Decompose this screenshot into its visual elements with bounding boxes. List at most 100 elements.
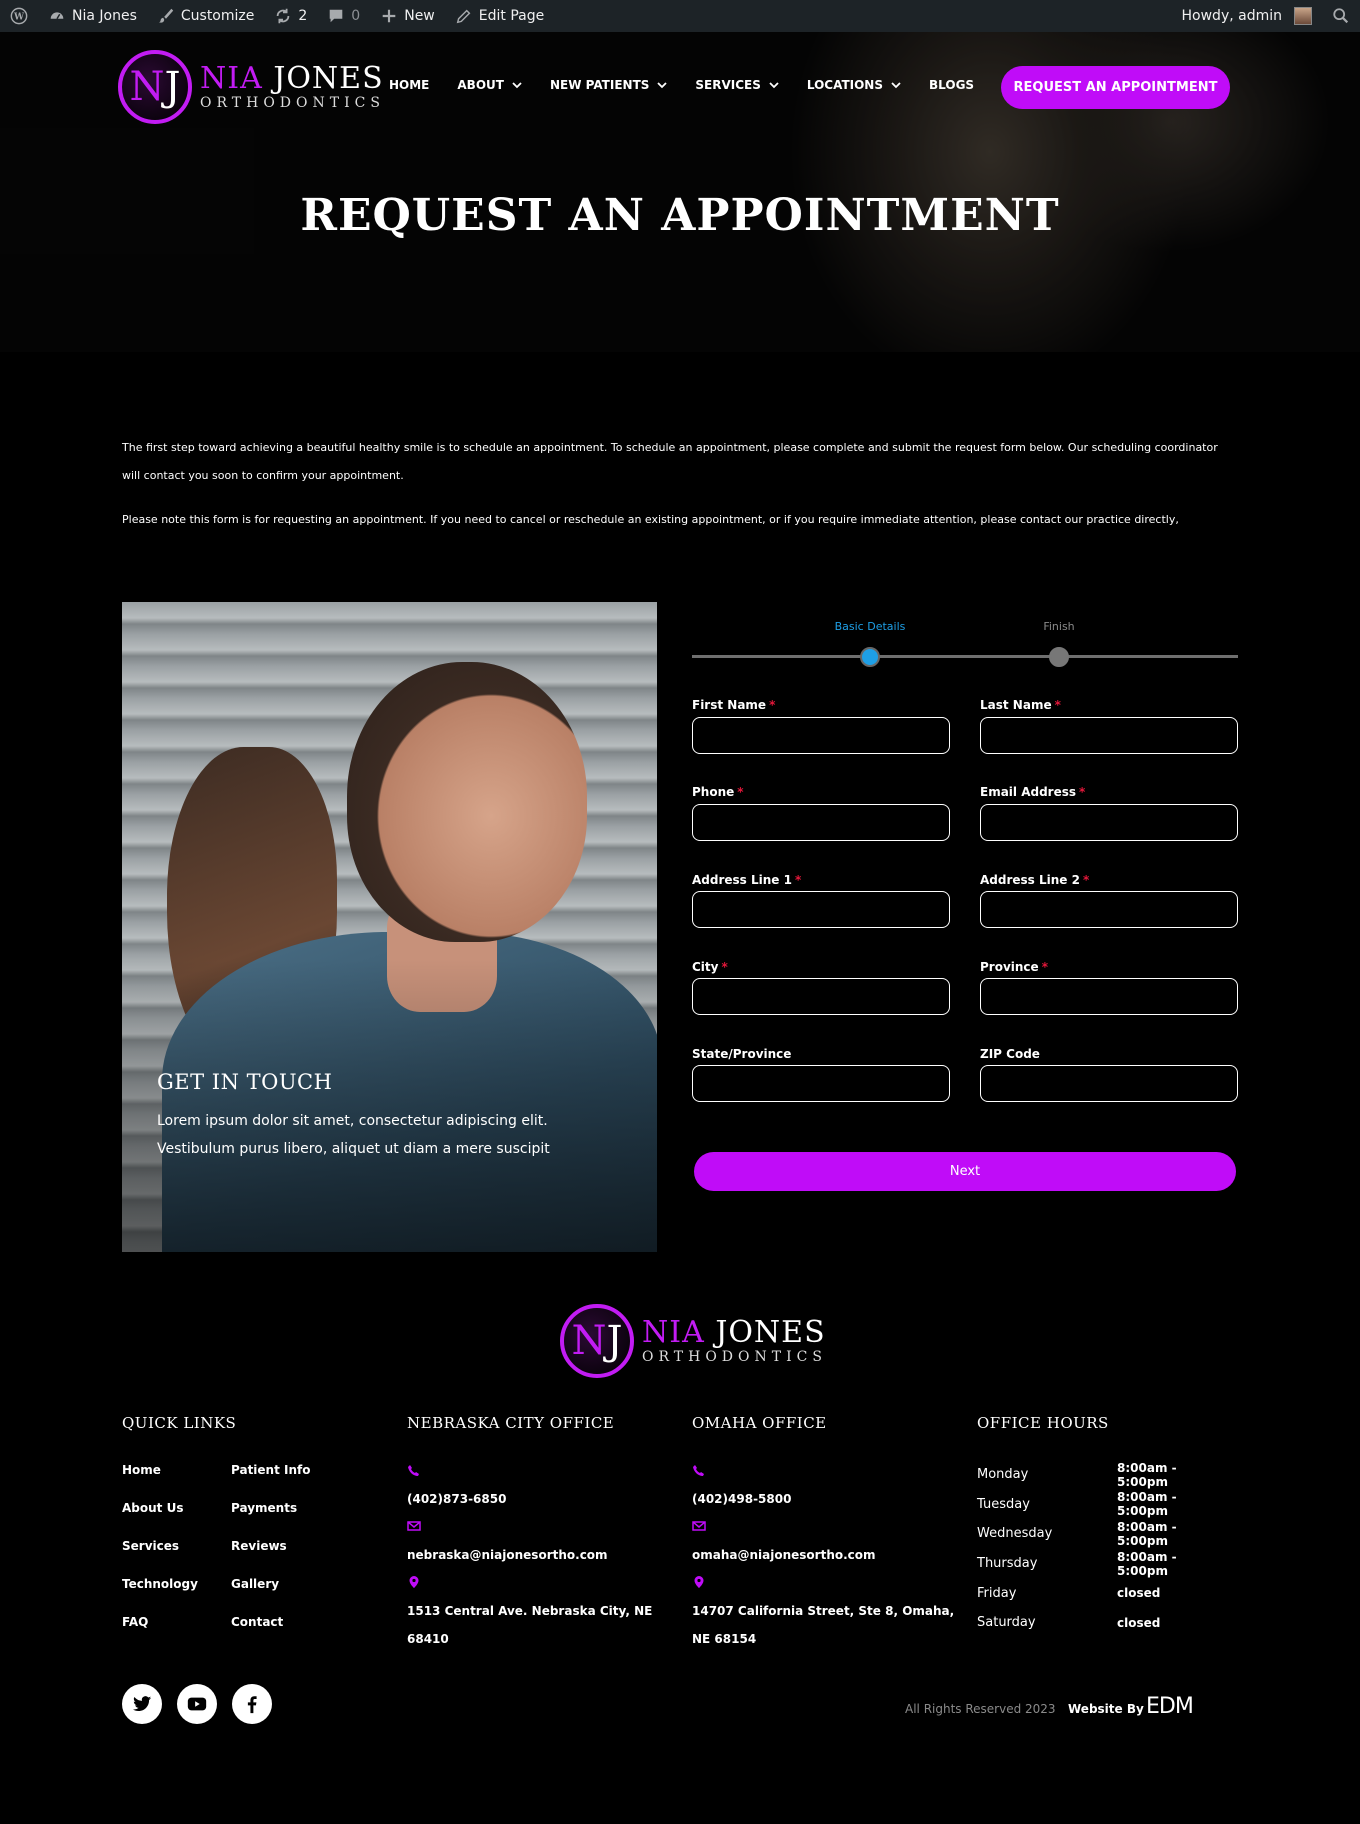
province-label: Province * <box>980 960 1048 974</box>
avatar <box>1294 7 1312 25</box>
nebraska-office-title: NEBRASKA CITY OFFICE <box>407 1414 615 1432</box>
phone-icon <box>693 1465 704 1476</box>
new-content-link[interactable]: New <box>370 0 445 32</box>
hours-row: Saturday closed <box>977 1615 1161 1631</box>
footer-link-home[interactable]: Home <box>122 1463 161 1477</box>
main-nav: HOME ABOUT NEW PATIENTS SERVICES LOCATIO… <box>389 78 974 92</box>
email-icon <box>407 1521 421 1531</box>
footer-link-gallery[interactable]: Gallery <box>231 1577 279 1591</box>
website-by-label: Website By <box>1068 1702 1144 1716</box>
location-pin-icon <box>694 1576 704 1588</box>
footer-link-patient-info[interactable]: Patient Info <box>231 1463 311 1477</box>
hours-row: Wednesday 8:00am - 5:00pm <box>977 1519 1177 1548</box>
request-appointment-button[interactable]: REQUEST AN APPOINTMENT <box>1001 66 1230 109</box>
comments-link[interactable]: 0 <box>317 0 370 32</box>
svg-text:W: W <box>13 13 25 23</box>
last-name-field[interactable] <box>980 717 1238 754</box>
progress-track <box>692 655 1238 658</box>
pencil-icon <box>456 9 471 24</box>
omaha-address: 14707 California Street, Ste 8, Omaha, N… <box>692 1604 955 1646</box>
omaha-email[interactable]: omaha@niajonesortho.com <box>692 1541 876 1569</box>
nav-locations[interactable]: LOCATIONS <box>807 78 901 92</box>
footer-link-faq[interactable]: FAQ <box>122 1615 148 1629</box>
email-icon <box>692 1521 706 1531</box>
email-field[interactable] <box>980 804 1238 841</box>
address-line-2-field[interactable] <box>980 891 1238 928</box>
copyright-text: All Rights Reserved 2023 <box>905 1702 1056 1716</box>
agency-logo[interactable]: EDM <box>1146 1694 1194 1719</box>
step-finish[interactable]: Finish <box>999 620 1119 633</box>
twitter-icon[interactable] <box>122 1684 162 1724</box>
admin-bar: W Nia Jones Customize 2 0 New Edit Page … <box>0 0 1360 32</box>
state-province-field[interactable] <box>692 1065 950 1102</box>
site-name-menu[interactable]: Nia Jones <box>38 0 147 32</box>
nav-new-patients[interactable]: NEW PATIENTS <box>550 78 668 92</box>
first-name-label: First Name * <box>692 698 776 712</box>
greeting: Howdy, admin <box>1181 8 1282 24</box>
hours-row: Thursday 8:00am - 5:00pm <box>977 1549 1177 1578</box>
chevron-down-icon <box>769 82 779 89</box>
updates-icon <box>277 8 290 24</box>
account-menu[interactable]: Howdy, admin <box>1172 0 1322 32</box>
province-field[interactable] <box>980 978 1238 1015</box>
youtube-icon[interactable] <box>177 1684 217 1724</box>
step-dot-active <box>860 647 880 667</box>
hours-row: Tuesday 8:00am - 5:00pm <box>977 1490 1177 1519</box>
facebook-icon[interactable] <box>232 1684 272 1724</box>
logo-monogram: NJ <box>118 50 192 124</box>
footer-link-about[interactable]: About Us <box>122 1501 183 1515</box>
get-in-touch-card: GET IN TOUCH Lorem ipsum dolor sit amet,… <box>122 602 657 1252</box>
zip-code-label: ZIP Code <box>980 1047 1040 1061</box>
updates-link[interactable]: 2 <box>264 0 317 32</box>
nebraska-email[interactable]: nebraska@niajonesortho.com <box>407 1541 608 1569</box>
omaha-phone[interactable]: (402)498-5800 <box>692 1485 791 1513</box>
comment-icon <box>329 9 343 23</box>
intro-text: The first step toward achieving a beauti… <box>122 434 1238 534</box>
footer-logo[interactable]: NJ NIA JONES ORTHODONTICS <box>560 1304 827 1378</box>
email-label: Email Address * <box>980 785 1086 799</box>
quick-links-title: QUICK LINKS <box>122 1414 237 1432</box>
site-name-label: Nia Jones <box>72 8 137 24</box>
footer-link-services[interactable]: Services <box>122 1539 179 1553</box>
header-logo[interactable]: NJ NIA JONES ORTHODONTICS <box>118 50 385 124</box>
city-label: City * <box>692 960 728 974</box>
office-hours-table: Monday 8:00am - 5:00pm Tuesday 8:00am - 5:… <box>977 1460 1217 1638</box>
footer-link-reviews[interactable]: Reviews <box>231 1539 287 1553</box>
first-name-field[interactable] <box>692 717 950 754</box>
footer-link-technology[interactable]: Technology <box>122 1577 198 1591</box>
chevron-down-icon <box>512 82 522 89</box>
nebraska-phone[interactable]: (402)873-6850 <box>407 1485 506 1513</box>
zip-code-field[interactable] <box>980 1065 1238 1102</box>
nav-blogs[interactable]: BLOGS <box>929 78 974 92</box>
dashboard-icon <box>50 12 64 20</box>
next-button[interactable]: Next <box>694 1152 1236 1191</box>
chevron-down-icon <box>891 82 901 89</box>
intro-paragraph-2: Please note this form is for requesting … <box>122 513 1179 526</box>
plus-icon <box>382 9 396 23</box>
phone-label: Phone * <box>692 785 744 799</box>
footer-link-contact[interactable]: Contact <box>231 1615 283 1629</box>
logo-monogram: NJ <box>560 1304 634 1378</box>
nav-services[interactable]: SERVICES <box>695 78 779 92</box>
customize-link[interactable]: Customize <box>147 0 265 32</box>
intro-paragraph-1: The first step toward achieving a beauti… <box>122 441 1218 482</box>
hours-row: Monday 8:00am - 5:00pm <box>977 1460 1177 1489</box>
footer-link-payments[interactable]: Payments <box>231 1501 297 1515</box>
address-line-1-field[interactable] <box>692 891 950 928</box>
get-in-touch-text: Lorem ipsum dolor sit amet, consectetur … <box>157 1113 550 1157</box>
city-field[interactable] <box>692 978 950 1015</box>
office-hours-title: OFFICE HOURS <box>977 1414 1109 1432</box>
address-line-2-label: Address Line 2 * <box>980 873 1090 887</box>
get-in-touch-title: GET IN TOUCH <box>157 1070 333 1094</box>
page-title: REQUEST AN APPOINTMENT <box>300 190 1060 241</box>
edit-page-link[interactable]: Edit Page <box>445 0 554 32</box>
phone-field[interactable] <box>692 804 950 841</box>
wordpress-logo-icon[interactable]: W <box>0 0 38 32</box>
form-progress: Basic Details Finish <box>692 620 1238 667</box>
omaha-office-title: OMAHA OFFICE <box>692 1414 827 1432</box>
admin-search-icon[interactable] <box>1322 0 1360 32</box>
nav-home[interactable]: HOME <box>389 78 429 92</box>
step-basic-details[interactable]: Basic Details <box>810 620 930 633</box>
brush-icon <box>158 8 174 23</box>
nav-about[interactable]: ABOUT <box>457 78 522 92</box>
